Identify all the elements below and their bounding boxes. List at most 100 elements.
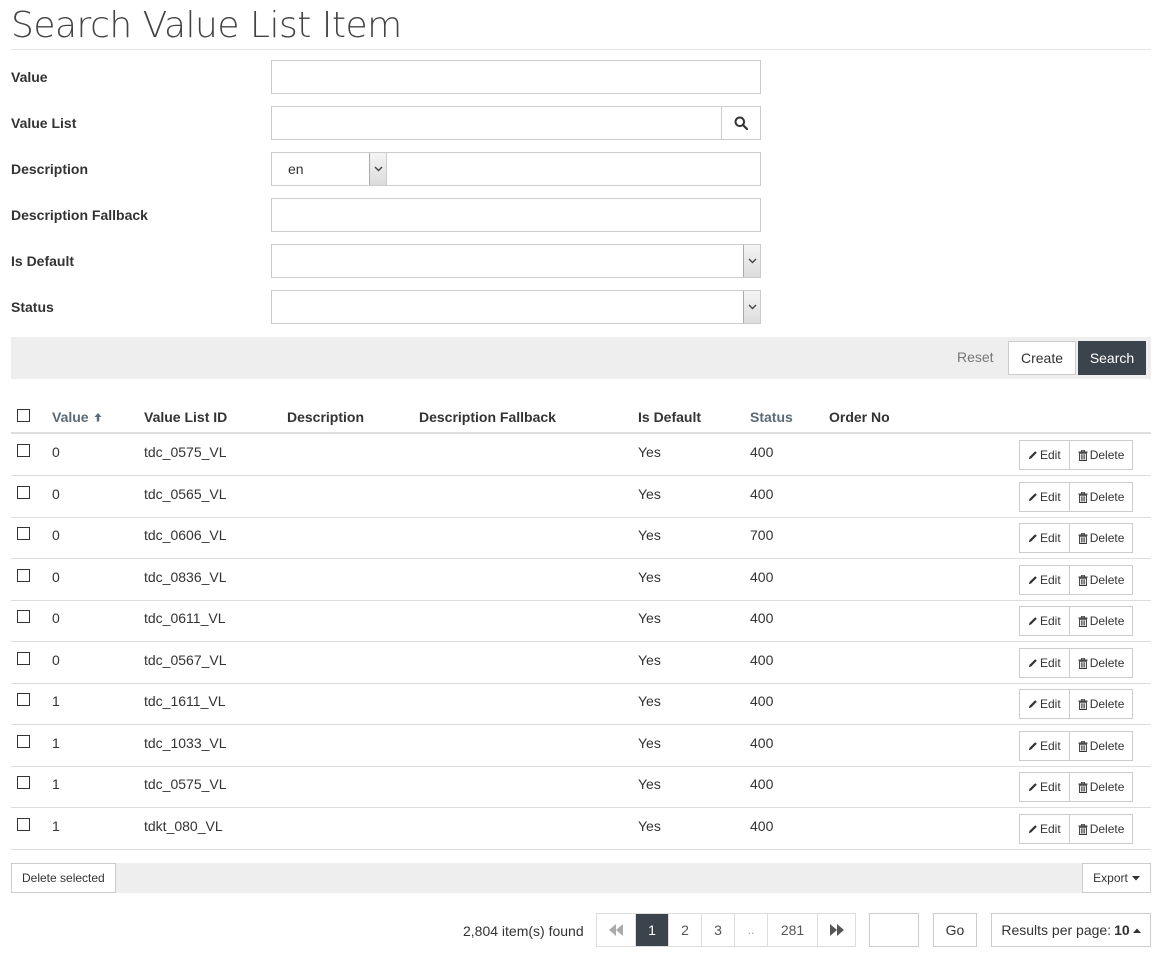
cell-status: 400 [750, 444, 774, 460]
row-select-checkbox[interactable] [17, 610, 30, 623]
table-footer-bar: Delete selected Export [11, 863, 1151, 893]
description-fallback-label: Description Fallback [11, 207, 148, 223]
page-3-button[interactable]: 3 [701, 914, 734, 946]
page-281-button[interactable]: 281 [767, 914, 817, 946]
description-input[interactable] [388, 153, 760, 185]
description-fallback-field[interactable] [271, 198, 761, 232]
delete-button[interactable]: Delete [1068, 441, 1133, 469]
trash-icon [1078, 823, 1088, 835]
delete-button[interactable]: Delete [1068, 649, 1133, 677]
column-header-order-no[interactable]: Order No [829, 409, 890, 425]
delete-selected-button[interactable]: Delete selected [11, 863, 116, 893]
table-row: 1 tdc_0575_VL Yes 400 Edit Delete [11, 766, 1151, 808]
search-button[interactable]: Search [1078, 341, 1146, 375]
delete-button[interactable]: Delete [1068, 773, 1133, 801]
results-per-page-button[interactable]: Results per page: 10 [991, 913, 1151, 947]
delete-button[interactable]: Delete [1068, 607, 1133, 635]
last-page-button[interactable] [817, 914, 855, 946]
delete-button[interactable]: Delete [1068, 815, 1133, 843]
row-select-checkbox[interactable] [17, 735, 30, 748]
edit-button[interactable]: Edit [1020, 566, 1069, 594]
edit-label: Edit [1040, 448, 1061, 462]
cell-status: 400 [750, 776, 774, 792]
is-default-dropdown-arrow[interactable] [743, 245, 760, 277]
value-list-lookup-button[interactable] [721, 107, 760, 139]
select-all-checkbox[interactable] [17, 409, 30, 422]
row-select-checkbox[interactable] [17, 776, 30, 789]
create-button[interactable]: Create [1008, 341, 1076, 375]
edit-label: Edit [1040, 739, 1061, 753]
export-button[interactable]: Export [1082, 863, 1151, 893]
row-select-checkbox[interactable] [17, 652, 30, 665]
column-header-value-list-id[interactable]: Value List ID [144, 409, 227, 425]
edit-button[interactable]: Edit [1020, 441, 1069, 469]
edit-button[interactable]: Edit [1020, 483, 1069, 511]
status-dropdown-arrow[interactable] [743, 291, 760, 323]
language-dropdown-arrow[interactable] [369, 153, 386, 185]
edit-button[interactable]: Edit [1020, 649, 1069, 677]
delete-label: Delete [1089, 573, 1125, 587]
column-header-status[interactable]: Status [750, 409, 793, 425]
edit-label: Edit [1040, 490, 1061, 504]
cell-value-list-id: tdc_1033_VL [144, 735, 227, 751]
cell-value: 1 [52, 776, 60, 792]
go-button[interactable]: Go [933, 913, 977, 947]
row-select-checkbox[interactable] [17, 569, 30, 582]
value-input[interactable] [272, 61, 760, 93]
page-2-button[interactable]: 2 [668, 914, 701, 946]
description-field: en [271, 152, 761, 186]
is-default-select[interactable] [271, 244, 761, 278]
edit-button[interactable]: Edit [1020, 690, 1069, 718]
delete-button[interactable]: Delete [1068, 690, 1133, 718]
chevron-down-icon [748, 304, 756, 310]
page-1-button[interactable]: 1 [635, 914, 668, 946]
cell-value-list-id: tdc_0575_VL [144, 444, 227, 460]
results-per-page-value: 10 [1114, 922, 1130, 938]
pencil-icon [1029, 534, 1037, 542]
value-field[interactable] [271, 60, 761, 94]
column-header-value[interactable]: Value [52, 409, 102, 425]
delete-button[interactable]: Delete [1068, 524, 1133, 552]
edit-button[interactable]: Edit [1020, 732, 1069, 760]
row-actions: Edit Delete [1019, 814, 1134, 844]
description-fallback-input[interactable] [272, 199, 760, 231]
delete-button[interactable]: Delete [1068, 732, 1133, 760]
edit-button[interactable]: Edit [1020, 524, 1069, 552]
cell-value: 0 [52, 610, 60, 626]
column-header-is-default[interactable]: Is Default [638, 409, 701, 425]
sort-ascending-icon [94, 413, 102, 422]
cell-is-default: Yes [638, 693, 661, 709]
delete-label: Delete [1089, 780, 1125, 794]
row-select-checkbox[interactable] [17, 444, 30, 457]
cell-is-default: Yes [638, 569, 661, 585]
delete-button[interactable]: Delete [1068, 566, 1133, 594]
cell-is-default: Yes [638, 486, 661, 502]
cell-status: 700 [750, 527, 774, 543]
cell-is-default: Yes [638, 527, 661, 543]
reset-button[interactable]: Reset [957, 349, 994, 365]
page-number-input[interactable] [869, 913, 919, 947]
edit-button[interactable]: Edit [1020, 607, 1069, 635]
cell-is-default: Yes [638, 652, 661, 668]
first-page-button[interactable] [597, 914, 635, 946]
table-row: 0 tdc_0836_VL Yes 400 Edit Delete [11, 559, 1151, 601]
value-list-field[interactable] [271, 106, 761, 140]
column-header-description[interactable]: Description [287, 409, 364, 425]
row-select-checkbox[interactable] [17, 486, 30, 499]
table-row: 0 tdc_0606_VL Yes 700 Edit Delete [11, 517, 1151, 559]
edit-label: Edit [1040, 697, 1061, 711]
row-actions: Edit Delete [1019, 606, 1134, 636]
edit-button[interactable]: Edit [1020, 773, 1069, 801]
row-select-checkbox[interactable] [17, 693, 30, 706]
edit-button[interactable]: Edit [1020, 815, 1069, 843]
row-select-checkbox[interactable] [17, 818, 30, 831]
value-list-input[interactable] [272, 107, 722, 139]
cell-status: 400 [750, 818, 774, 834]
cell-value-list-id: tdc_0606_VL [144, 527, 227, 543]
search-action-bar: Reset Create Search [11, 337, 1151, 379]
description-language-select[interactable]: en [272, 153, 387, 185]
delete-button[interactable]: Delete [1068, 483, 1133, 511]
row-select-checkbox[interactable] [17, 527, 30, 540]
column-header-description-fallback[interactable]: Description Fallback [419, 409, 556, 425]
status-select[interactable] [271, 290, 761, 324]
